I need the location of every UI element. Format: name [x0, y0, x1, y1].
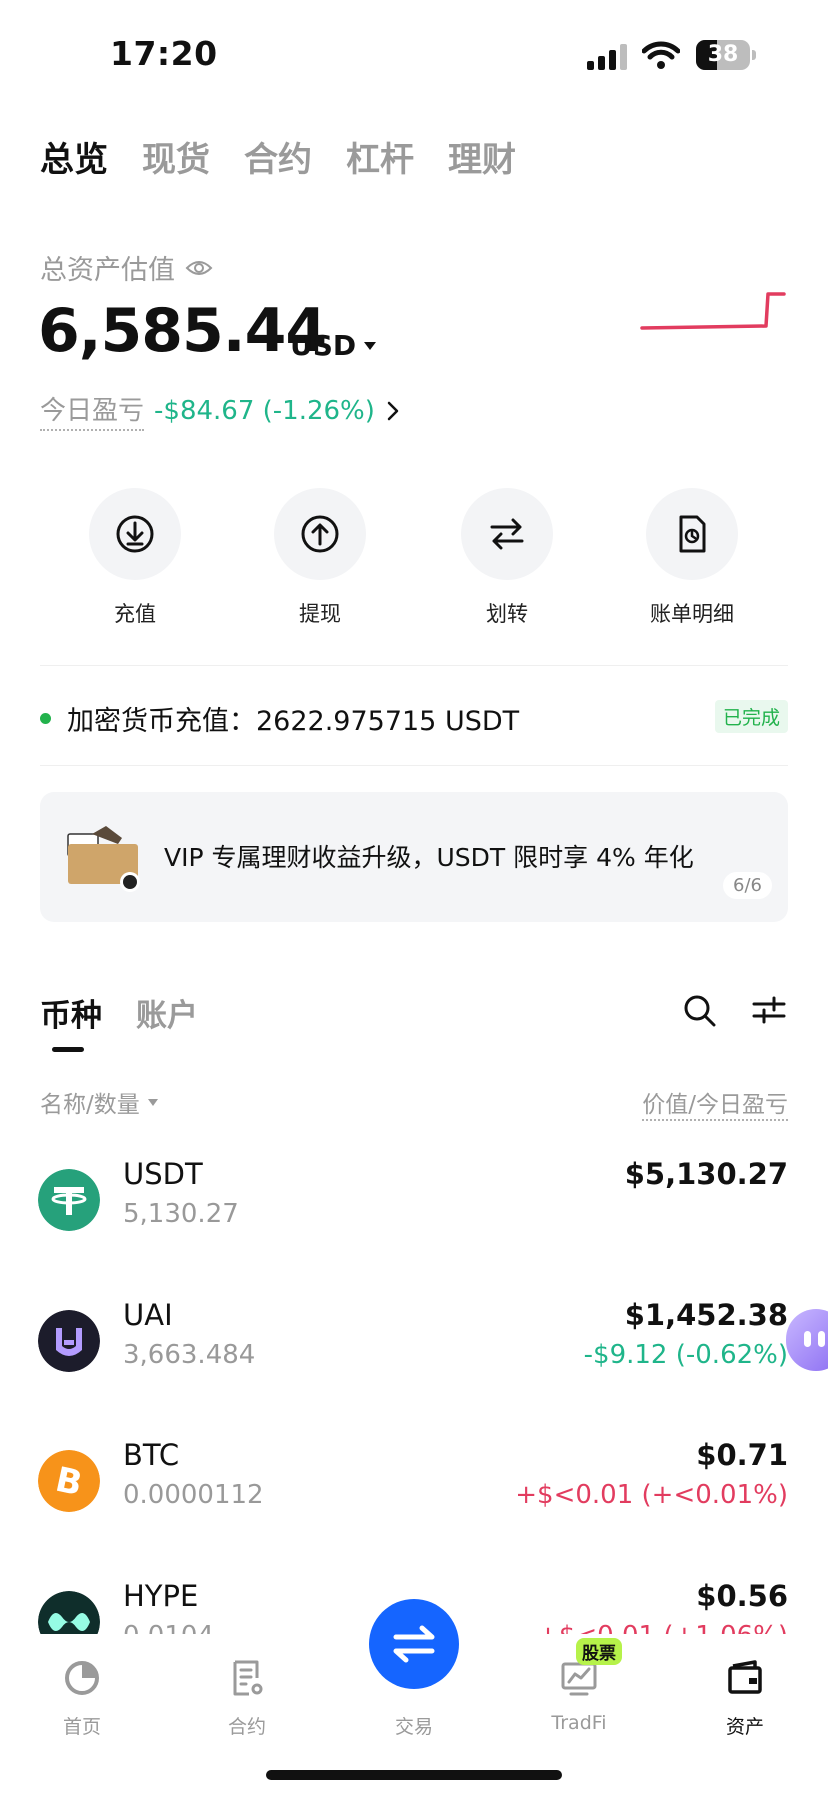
status-badge: 已完成 — [714, 700, 788, 733]
coin-row-uai[interactable]: UAI 3,663.484 $1,452.38 -$9.12 (-0.62%) — [0, 1298, 828, 1438]
stock-badge: 股票 — [576, 1638, 622, 1665]
today-pnl-label: 今日盈亏 — [40, 390, 145, 431]
battery-level: 38 — [707, 42, 739, 67]
currency-label: USD — [290, 329, 357, 362]
tab-spot[interactable]: 现货 — [142, 132, 210, 181]
wallet-icon — [67, 826, 140, 892]
home-indicator — [266, 1770, 562, 1780]
coin-name: USDT — [123, 1157, 203, 1191]
coin-pnl: -$9.12 (-0.62%) — [583, 1340, 788, 1370]
usdt-icon — [38, 1169, 100, 1231]
assistant-eye — [818, 1331, 825, 1347]
btc-icon: B — [38, 1450, 100, 1512]
withdraw-icon — [301, 515, 339, 553]
total-assets-label-text: 总资产估值 — [40, 255, 175, 286]
nav-assets[interactable]: 资产 — [685, 1658, 805, 1739]
nav-futures[interactable]: 合约 — [187, 1658, 307, 1739]
filter-icon[interactable] — [752, 995, 786, 1025]
coin-pnl: +$<0.01 (+<0.01%) — [515, 1480, 788, 1510]
trade-button[interactable] — [369, 1599, 459, 1689]
assistant-eye — [804, 1331, 811, 1347]
withdraw-button[interactable]: 提现 — [240, 488, 400, 628]
coin-quantity: 0.0000112 — [123, 1480, 264, 1510]
tab-earn[interactable]: 理财 — [448, 132, 516, 181]
coin-row-usdt[interactable]: USDT 5,130.27 $5,130.27 — [0, 1157, 828, 1297]
bill-details-button[interactable]: 账单明细 — [612, 488, 772, 628]
coin-value: $5,130.27 — [624, 1157, 788, 1191]
nav-tradfi-label: TradFi — [551, 1712, 607, 1734]
coin-quantity: 3,663.484 — [123, 1340, 256, 1370]
top-tabs: 总览 现货 合约 杠杆 理财 — [40, 132, 516, 181]
nav-assets-label: 资产 — [725, 1716, 764, 1738]
transfer-icon — [490, 518, 524, 550]
nav-home[interactable]: 首页 — [22, 1658, 142, 1739]
transfer-label: 划转 — [486, 602, 528, 626]
coin-name: HYPE — [123, 1579, 199, 1613]
divider — [40, 765, 788, 766]
deposit-notice[interactable]: 加密货币充值：2622.975715 USDT 已完成 — [40, 700, 788, 737]
coin-value: $0.71 — [696, 1438, 788, 1472]
tab-margin[interactable]: 杠杆 — [346, 132, 414, 181]
coin-row-btc[interactable]: B BTC 0.0000112 $0.71 +$<0.01 (+<0.01%) — [0, 1438, 828, 1578]
coin-value: $1,452.38 — [624, 1298, 788, 1332]
sort-by-name[interactable]: 名称/数量 — [40, 1085, 158, 1119]
total-assets-label: 总资产估值 — [40, 248, 213, 287]
tab-futures[interactable]: 合约 — [244, 132, 312, 181]
nav-trade-label: 交易 — [394, 1716, 433, 1738]
deposit-label: 充值 — [114, 602, 156, 626]
deposit-icon — [116, 515, 154, 553]
today-pnl-row[interactable]: 今日盈亏 -$84.67 (-1.26%) — [40, 390, 399, 431]
wallet-nav-icon — [728, 1660, 762, 1694]
transfer-button[interactable]: 划转 — [427, 488, 587, 628]
coin-value: $0.56 — [696, 1579, 788, 1613]
withdraw-label: 提现 — [299, 602, 341, 626]
tab-coins[interactable]: 币种 — [40, 990, 102, 1035]
nav-tradfi[interactable]: TradFi — [519, 1658, 639, 1734]
tab-accounts[interactable]: 账户 — [136, 990, 198, 1035]
status-time: 17:20 — [110, 34, 218, 73]
divider — [40, 665, 788, 666]
coin-name: BTC — [123, 1438, 180, 1472]
banner-page-indicator: 6/6 — [723, 872, 772, 899]
eye-icon[interactable] — [185, 258, 213, 278]
search-icon[interactable] — [683, 994, 717, 1028]
today-pnl-value: -$84.67 (-1.26%) — [154, 395, 375, 426]
assets-sparkline — [640, 292, 786, 330]
coin-quantity: 5,130.27 — [123, 1199, 239, 1229]
bill-details-label: 账单明细 — [650, 602, 734, 626]
deposit-notice-text: 加密货币充值：2622.975715 USDT — [67, 705, 520, 737]
cellular-signal-icon — [587, 44, 627, 70]
active-tab-indicator — [52, 1047, 84, 1052]
column-header-value[interactable]: 价值/今日盈亏 — [642, 1085, 788, 1121]
chevron-right-icon — [387, 401, 399, 420]
home-icon — [65, 1661, 99, 1695]
tab-overview[interactable]: 总览 — [40, 132, 108, 181]
nav-home-label: 首页 — [62, 1716, 101, 1738]
battery-icon: 38 — [696, 40, 756, 70]
uai-icon — [38, 1310, 100, 1372]
status-dot — [40, 712, 51, 724]
caret-down-icon — [147, 1098, 158, 1106]
coin-name: UAI — [123, 1298, 173, 1332]
deposit-button[interactable]: 充值 — [55, 488, 215, 628]
wifi-icon — [642, 41, 680, 69]
promo-banner[interactable]: VIP 专属理财收益升级，USDT 限时享 4% 年化 6/6 — [40, 792, 788, 922]
holdings-tabs: 币种 账户 — [40, 990, 198, 1035]
caret-down-icon — [364, 341, 377, 350]
promo-banner-text: VIP 专属理财收益升级，USDT 限时享 4% 年化 — [164, 843, 694, 872]
currency-selector[interactable]: USD — [290, 329, 377, 362]
column-header-name: 名称/数量 — [40, 1092, 140, 1118]
nav-futures-label: 合约 — [227, 1716, 266, 1738]
total-assets-value: 6,585.44 — [38, 296, 327, 366]
swap-icon — [393, 1625, 435, 1663]
contract-icon — [233, 1660, 263, 1696]
bill-icon — [679, 515, 706, 553]
